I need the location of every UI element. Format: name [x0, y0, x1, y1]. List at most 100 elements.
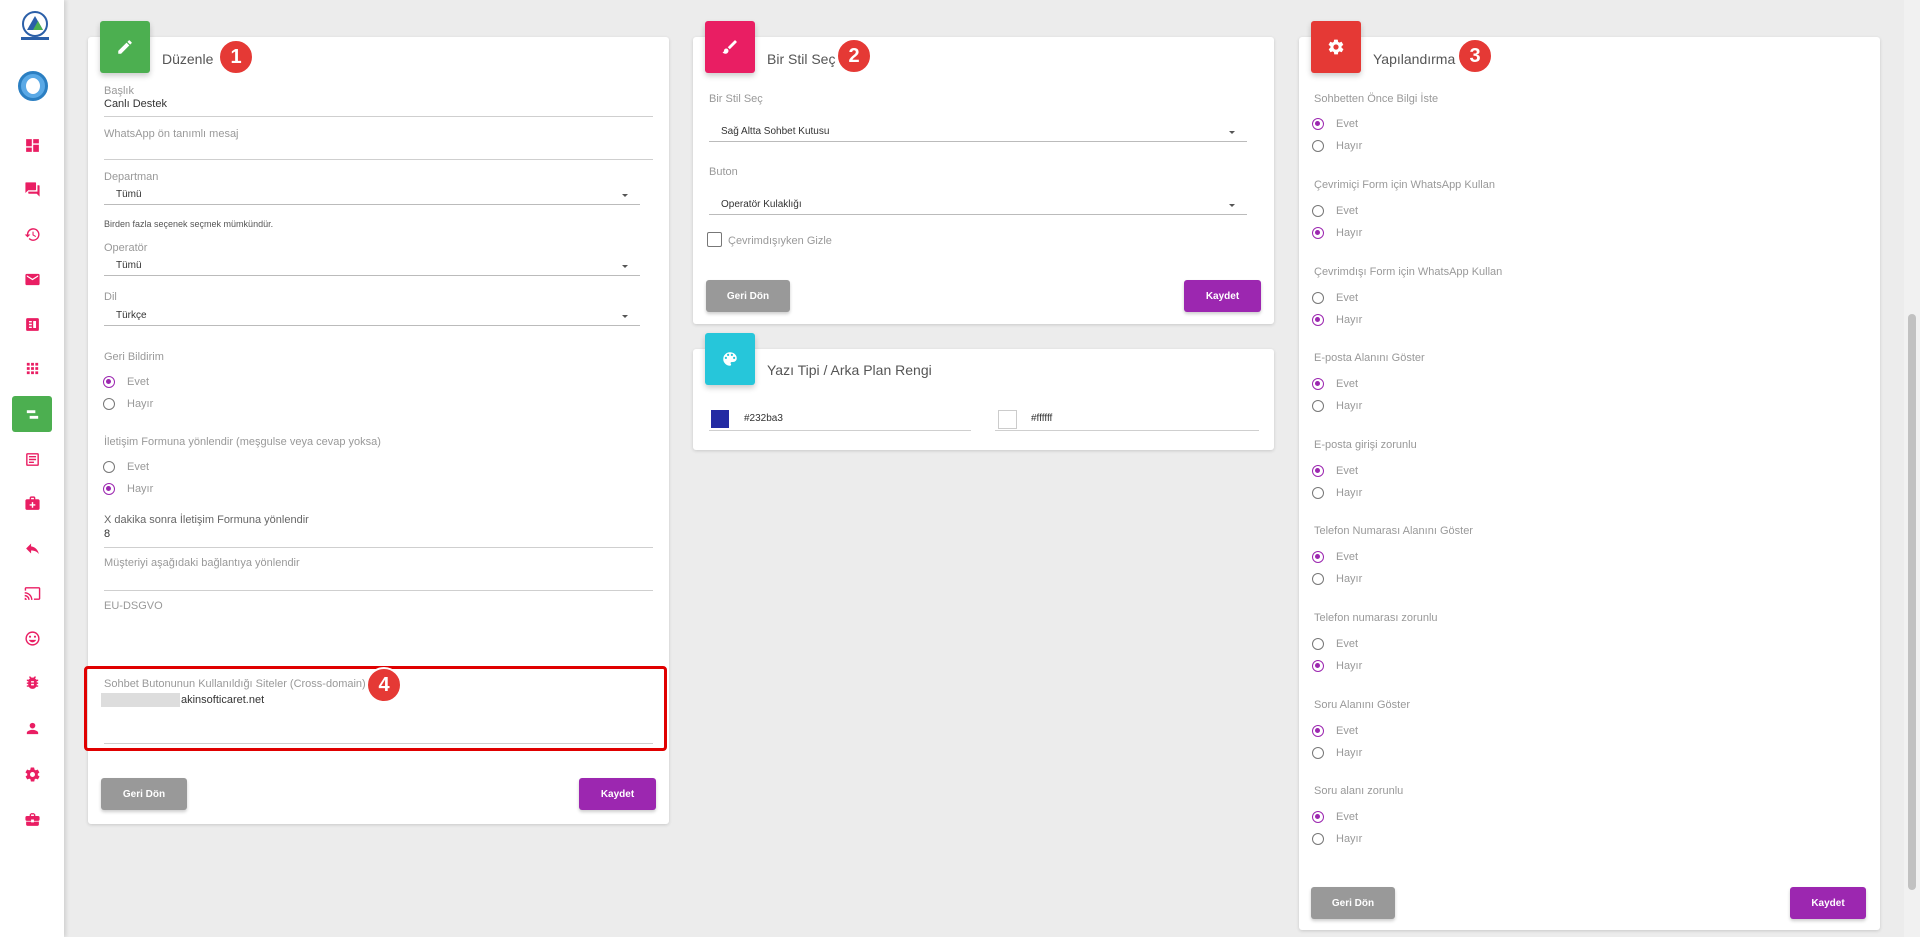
bg-color-swatch[interactable]: [998, 410, 1017, 429]
q7-hayir-radio[interactable]: Hayır: [1312, 660, 1362, 672]
iletisim-hayir-radio[interactable]: Hayır: [103, 483, 153, 495]
radio-unchecked-icon: [1312, 833, 1324, 845]
emoji-icon[interactable]: [12, 620, 52, 656]
radio-checked-icon: [1312, 227, 1324, 239]
geri-bildirim-label: Geri Bildirim: [104, 351, 164, 363]
q7-evet-radio[interactable]: Evet: [1312, 638, 1358, 650]
question-label: Soru alanı zorunlu: [1314, 785, 1404, 797]
q8-hayir-radio[interactable]: Hayır: [1312, 747, 1362, 759]
departman-select[interactable]: Tümü: [104, 189, 640, 205]
save-button[interactable]: Kaydet: [1184, 280, 1261, 312]
forms-icon[interactable]: [12, 441, 52, 477]
dashboard-icon[interactable]: [12, 127, 52, 163]
settings-icon[interactable]: [12, 756, 52, 792]
card-title: Yazı Tipi / Arka Plan Rengi: [767, 362, 932, 378]
font-color-card: Yazı Tipi / Arka Plan Rengi #232ba3 #fff…: [693, 333, 1274, 450]
bg-color-input[interactable]: #ffffff: [1031, 413, 1052, 424]
back-button[interactable]: Geri Dön: [101, 778, 187, 810]
cross-domain-input[interactable]: akinsofticaret.net: [181, 694, 264, 706]
q5-hayir-radio[interactable]: Hayır: [1312, 487, 1362, 499]
divider: [104, 116, 653, 117]
radio-label: Evet: [127, 376, 150, 388]
question-label: E-posta girişi zorunlu: [1314, 439, 1417, 451]
radio-checked-icon: [1312, 118, 1324, 130]
q6-hayir-radio[interactable]: Hayır: [1312, 573, 1362, 585]
radio-unchecked-icon: [103, 398, 115, 410]
radio-unchecked-icon: [1312, 292, 1324, 304]
style-select[interactable]: Sağ Altta Sohbet Kutusu: [709, 126, 1247, 142]
button-select[interactable]: Operatör Kulaklığı: [709, 199, 1247, 215]
briefcase-icon[interactable]: [12, 801, 52, 837]
q2-hayir-radio[interactable]: Hayır: [1312, 227, 1362, 239]
question-label: Telefon Numarası Alanını Göster: [1314, 525, 1473, 537]
style-value: Sağ Altta Sohbet Kutusu: [721, 126, 830, 137]
button-label: Buton: [709, 166, 738, 178]
divider: [995, 430, 1259, 431]
chevron-down-icon: [1229, 204, 1235, 207]
user-icon[interactable]: [12, 710, 52, 746]
apps-icon[interactable]: [12, 350, 52, 386]
divider: [104, 159, 653, 160]
cross-domain-label: Sohbet Butonunun Kullanıldığı Siteler (C…: [104, 678, 366, 690]
chevron-down-icon: [622, 194, 628, 197]
radio-label: Hayır: [1336, 487, 1363, 499]
dil-select[interactable]: Türkçe: [104, 310, 640, 326]
chevron-down-icon: [622, 265, 628, 268]
radio-checked-icon: [103, 483, 115, 495]
q6-evet-radio[interactable]: Evet: [1312, 551, 1358, 563]
x-dakika-input[interactable]: 8: [104, 528, 110, 540]
brush-icon: [705, 21, 755, 73]
save-button[interactable]: Kaydet: [1790, 887, 1866, 919]
style-card: Bir Stil Seç 2 Bir Stil Seç Sağ Altta So…: [693, 21, 1274, 324]
divider: [104, 547, 653, 548]
q3-hayir-radio[interactable]: Hayır: [1312, 314, 1362, 326]
q9-evet-radio[interactable]: Evet: [1312, 811, 1358, 823]
question-label: E-posta Alanını Göster: [1314, 352, 1425, 364]
avatar[interactable]: [18, 71, 48, 101]
cast-icon[interactable]: [12, 575, 52, 611]
baslik-label: Başlık: [104, 85, 134, 97]
q9-hayir-radio[interactable]: Hayır: [1312, 833, 1362, 845]
chat-button-icon[interactable]: [12, 396, 52, 432]
radio-checked-icon: [1312, 660, 1324, 672]
q2-evet-radio[interactable]: Evet: [1312, 205, 1358, 217]
mail-icon[interactable]: [12, 261, 52, 297]
inbox-icon[interactable]: [12, 485, 52, 521]
reports-icon[interactable]: [12, 306, 52, 342]
chats-icon[interactable]: [12, 171, 52, 207]
iletisim-evet-radio[interactable]: Evet: [103, 461, 149, 473]
company-logo[interactable]: [18, 10, 52, 42]
q1-hayir-radio[interactable]: Hayır: [1312, 140, 1362, 152]
history-icon[interactable]: [12, 216, 52, 252]
departman-label: Departman: [104, 171, 159, 183]
radio-label: Hayır: [1336, 400, 1363, 412]
q4-evet-radio[interactable]: Evet: [1312, 378, 1358, 390]
font-color-swatch[interactable]: [711, 410, 729, 428]
hide-offline-checkbox[interactable]: [707, 232, 722, 247]
scrollbar-thumb[interactable]: [1908, 314, 1916, 890]
q8-evet-radio[interactable]: Evet: [1312, 725, 1358, 737]
geri-bildirim-evet-radio[interactable]: Evet: [103, 376, 149, 388]
back-button[interactable]: Geri Dön: [1311, 887, 1395, 919]
radio-unchecked-icon: [1312, 140, 1324, 152]
radio-unchecked-icon: [1312, 638, 1324, 650]
font-color-input[interactable]: #232ba3: [744, 413, 783, 424]
q4-hayir-radio[interactable]: Hayır: [1312, 400, 1362, 412]
redacted-text: [101, 693, 180, 707]
question-label: Sohbetten Önce Bilgi İste: [1314, 93, 1439, 105]
departman-value: Tümü: [116, 189, 142, 200]
palette-icon: [705, 333, 755, 385]
q3-evet-radio[interactable]: Evet: [1312, 292, 1358, 304]
question-label: Çevrimdışı Form için WhatsApp Kullan: [1314, 266, 1503, 278]
save-button[interactable]: Kaydet: [579, 778, 656, 810]
scrollbar[interactable]: [1904, 0, 1920, 937]
reply-icon[interactable]: [12, 530, 52, 566]
radio-checked-icon: [1312, 314, 1324, 326]
q1-evet-radio[interactable]: Evet: [1312, 118, 1358, 130]
q5-evet-radio[interactable]: Evet: [1312, 465, 1358, 477]
baslik-input[interactable]: Canlı Destek: [104, 98, 167, 110]
back-button[interactable]: Geri Dön: [706, 280, 790, 312]
geri-bildirim-hayir-radio[interactable]: Hayır: [103, 398, 153, 410]
bug-icon[interactable]: [12, 664, 52, 700]
operator-select[interactable]: Tümü: [104, 260, 640, 276]
